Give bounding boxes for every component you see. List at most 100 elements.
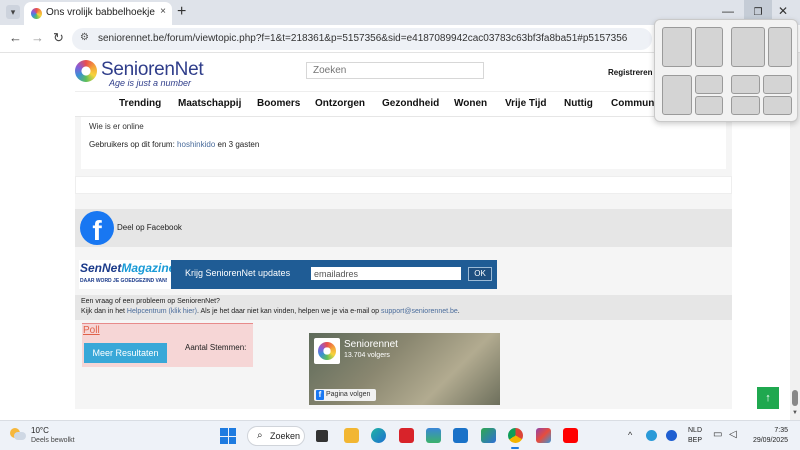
- snap-layouts-popup: [654, 19, 798, 122]
- nav-wonen[interactable]: Wonen: [454, 98, 487, 109]
- tab-search-chevron-icon[interactable]: ▾: [6, 5, 20, 19]
- nav-trending[interactable]: Trending: [119, 98, 161, 109]
- site-info-icon[interactable]: ⚙: [80, 32, 89, 43]
- online-users-text: Gebruikers op dit forum: hoshinkido en 3…: [89, 140, 259, 149]
- browser-tab[interactable]: Ons vrolijk babbelhoekje anno ×: [24, 2, 172, 25]
- nav-vrije-tijd[interactable]: Vrije Tijd: [505, 98, 547, 109]
- address-bar[interactable]: ⚙ seniorennet.be/forum/viewtopic.php?f=1…: [72, 28, 652, 50]
- facebook-page-widget[interactable]: Seniorennet 13.704 volgers Pagina volgen: [309, 333, 500, 405]
- taskbar-search-label: Zoeken: [270, 431, 301, 441]
- apps-grid-icon[interactable]: [536, 428, 551, 443]
- fb-page-logo[interactable]: [314, 338, 340, 364]
- online-user-link[interactable]: hoshinkido: [177, 140, 215, 149]
- snap-quad-bottom-right[interactable]: [763, 96, 792, 115]
- who-is-online-panel: Wie is er online Gebruikers op dit forum…: [81, 117, 726, 169]
- back-button[interactable]: ←: [9, 30, 22, 45]
- snap-two-thirds-left[interactable]: [731, 27, 765, 67]
- tray-chevron-up-icon[interactable]: ^: [628, 430, 632, 440]
- register-link[interactable]: Registreren: [608, 68, 652, 77]
- snap-half-left[interactable]: [662, 27, 692, 67]
- tab-title: Ons vrolijk babbelhoekje anno: [46, 7, 156, 18]
- share-facebook-link[interactable]: Deel op Facebook: [117, 223, 182, 232]
- spacer-panel: [75, 176, 732, 194]
- magazine-title: SenNetMagazine: [80, 261, 175, 275]
- nav-ontzorgen[interactable]: Ontzorgen: [315, 98, 365, 109]
- newsletter-ok-button[interactable]: OK: [468, 267, 492, 281]
- close-window-button[interactable]: ✕: [778, 4, 788, 18]
- clock-date: 29/09/2025: [752, 437, 788, 444]
- bluetooth-icon[interactable]: [666, 430, 677, 441]
- url-text[interactable]: seniorennet.be/forum/viewtopic.php?f=1&t…: [98, 33, 627, 44]
- magazine-title-a: SenNet: [80, 261, 122, 275]
- weather-description[interactable]: Deels bewolkt: [31, 437, 75, 444]
- weather-partly-cloudy-icon[interactable]: [10, 428, 26, 442]
- windows-start-icon[interactable]: [220, 428, 236, 444]
- snap-left-main[interactable]: [662, 75, 692, 115]
- tab-close-icon[interactable]: ×: [160, 6, 166, 17]
- nav-boomers[interactable]: Boomers: [257, 98, 300, 109]
- network-icon[interactable]: ▭: [713, 429, 722, 440]
- newsletter-email-input[interactable]: [311, 267, 461, 280]
- system-clock[interactable]: 7:35 29/09/2025: [748, 426, 788, 446]
- snap-half-right[interactable]: [695, 27, 723, 67]
- keyboard-layout: BEP: [688, 437, 703, 444]
- help-bar: Een vraag of een probleem op SeniorenNet…: [75, 295, 732, 320]
- reload-button[interactable]: ↻: [53, 30, 64, 46]
- scrollbar-thumb[interactable]: [792, 390, 798, 406]
- taskbar-search[interactable]: ⌕ Zoeken: [247, 426, 305, 446]
- newsletter-banner: SenNetMagazine DAAR WORD JE GOEDGEZIND V…: [79, 260, 497, 289]
- site-search-input[interactable]: [306, 62, 484, 79]
- minimize-button[interactable]: —: [722, 4, 734, 18]
- task-view-icon[interactable]: [316, 430, 328, 442]
- weather-cloud-shape: [14, 432, 26, 440]
- youtube-icon[interactable]: [563, 428, 578, 443]
- volume-mute-icon[interactable]: ◁: [729, 429, 737, 440]
- fb-page-name[interactable]: Seniorennet: [344, 339, 398, 350]
- windows-taskbar: 10°C Deels bewolkt ⌕ Zoeken ^ NLD BEP ▭ ◁…: [0, 420, 800, 450]
- help-text-b: . Als je het daar niet kan vinden, helpe…: [196, 308, 382, 315]
- fb-page-followers: 13.704 volgers: [344, 352, 390, 359]
- seniorennet-favicon-icon: [31, 8, 42, 19]
- nav-gezondheid[interactable]: Gezondheid: [382, 98, 439, 109]
- snap-quad-bottom-left[interactable]: [731, 96, 760, 115]
- facebook-icon[interactable]: f: [80, 211, 114, 245]
- more-results-button[interactable]: Meer Resultaten: [84, 343, 167, 363]
- forward-button[interactable]: →: [31, 30, 44, 45]
- sennet-magazine-logo[interactable]: SenNetMagazine DAAR WORD JE GOEDGEZIND V…: [79, 260, 175, 289]
- help-question: Een vraag of een probleem op SeniorenNet…: [81, 298, 220, 305]
- nav-community[interactable]: Communi: [611, 98, 657, 109]
- store-icon[interactable]: [426, 428, 441, 443]
- helpcentrum-link[interactable]: Helpcentrum (klik hier): [127, 308, 197, 315]
- file-explorer-icon[interactable]: [344, 428, 359, 443]
- scroll-down-arrow-icon[interactable]: ▼: [790, 410, 800, 416]
- magazine-title-b: Magazine: [121, 261, 176, 275]
- tray-security-icon[interactable]: [646, 430, 657, 441]
- site-header: SeniorenNet Age is just a number Registr…: [75, 53, 732, 91]
- snipping-tool-icon[interactable]: [481, 428, 496, 443]
- nav-nuttig[interactable]: Nuttig: [564, 98, 593, 109]
- snap-right-top[interactable]: [695, 75, 723, 94]
- newsletter-bar: Krijg SeniorenNet updates OK: [171, 260, 497, 289]
- logo-tagline: Age is just a number: [109, 78, 192, 88]
- bitdefender-icon[interactable]: [399, 428, 414, 443]
- fb-follow-page-button[interactable]: Pagina volgen: [314, 389, 376, 401]
- poll-title[interactable]: Poll: [83, 325, 100, 336]
- seniorennet-logo-icon[interactable]: [75, 60, 97, 82]
- language-indicator[interactable]: NLD BEP: [688, 426, 702, 446]
- snap-quad-top-left[interactable]: [731, 75, 760, 94]
- support-email-link[interactable]: support@seniorennet.be: [381, 308, 458, 315]
- edge-browser-icon[interactable]: [371, 428, 386, 443]
- snap-quad-top-right[interactable]: [763, 75, 792, 94]
- nav-maatschappij[interactable]: Maatschappij: [178, 98, 241, 109]
- snap-one-third-right[interactable]: [768, 27, 792, 67]
- online-title: Wie is er online: [89, 122, 144, 131]
- weather-temperature[interactable]: 10°C: [31, 426, 49, 435]
- chrome-icon[interactable]: [508, 428, 523, 443]
- chrome-active-indicator: [511, 447, 519, 449]
- clock-time: 7:35: [774, 427, 788, 434]
- new-tab-button[interactable]: +: [177, 3, 186, 21]
- scroll-to-top-button[interactable]: ↑: [757, 387, 779, 409]
- poll-widget: Poll Meer Resultaten Aantal Stemmen:: [82, 323, 253, 367]
- outlook-icon[interactable]: [453, 428, 468, 443]
- snap-right-bottom[interactable]: [695, 96, 723, 115]
